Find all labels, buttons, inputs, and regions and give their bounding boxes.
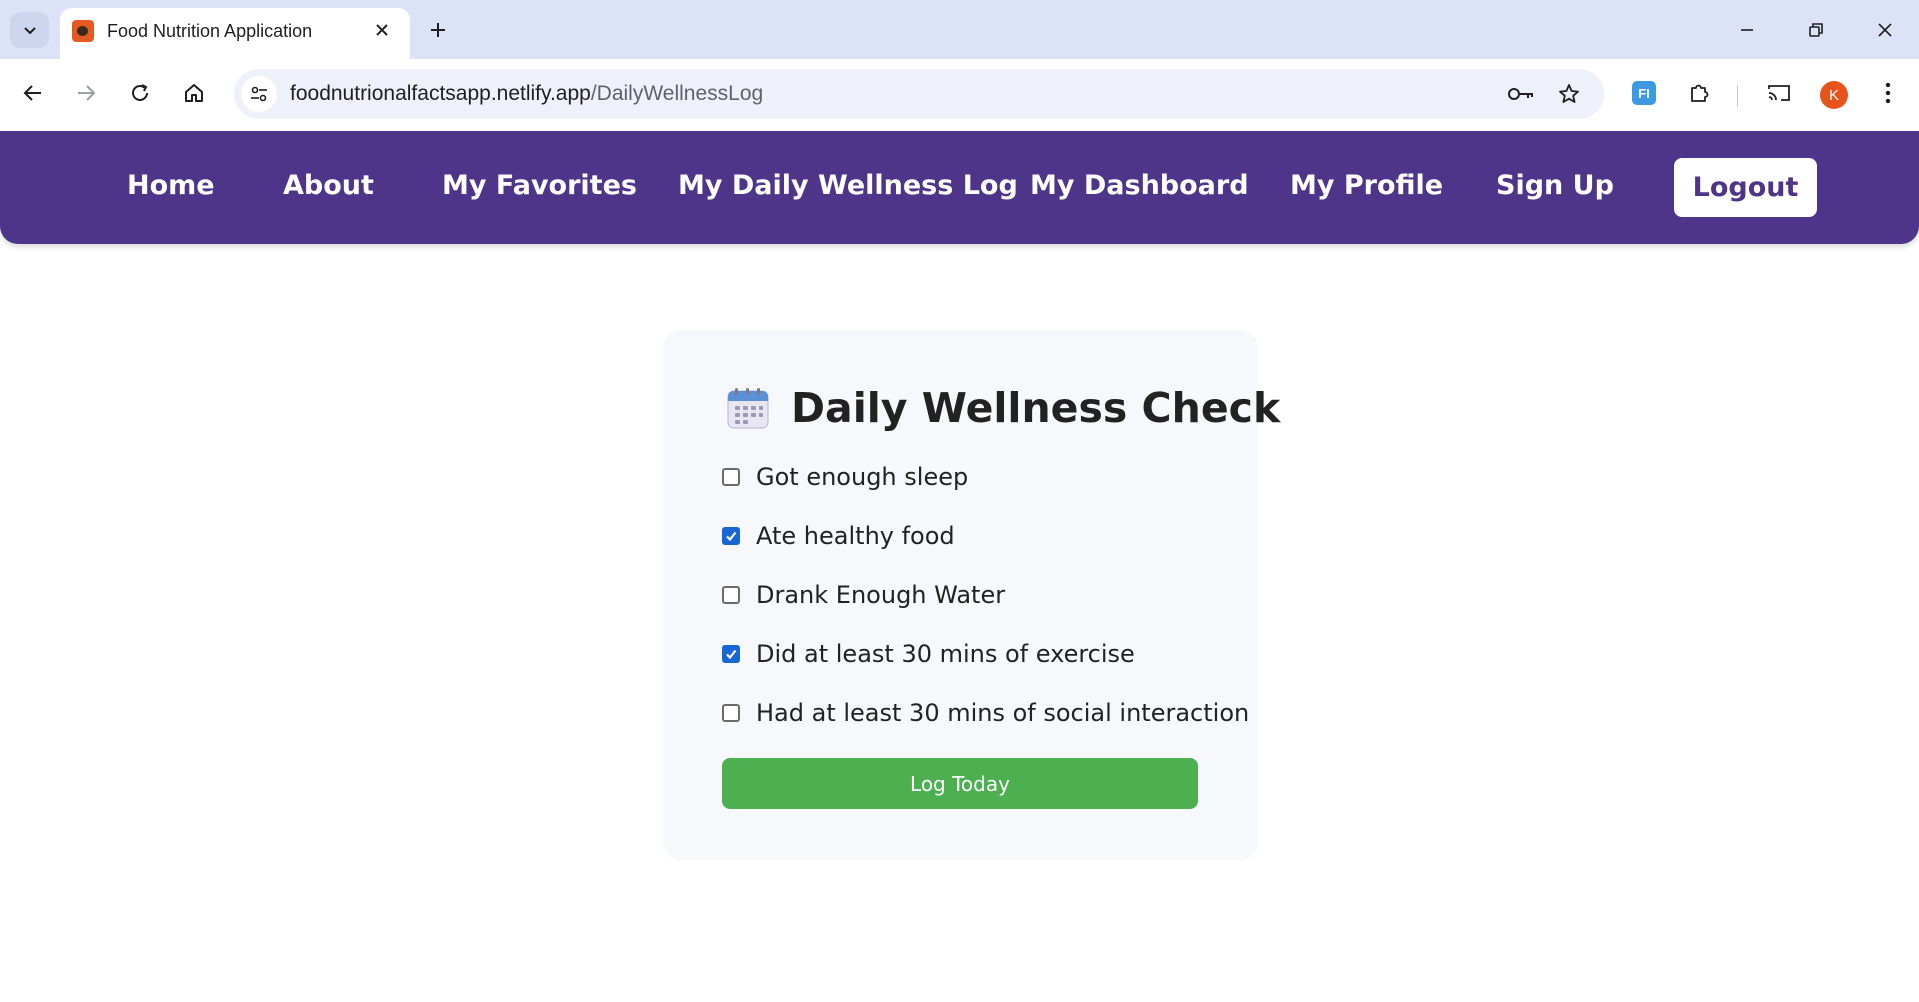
browser-toolbar: foodnutrionalfactsapp.netlify.app/DailyW… <box>0 59 1919 132</box>
browser-menu-button[interactable] <box>1870 75 1906 111</box>
cast-icon <box>1768 85 1790 101</box>
nav-link-daily-wellness-log[interactable]: My Daily Wellness Log <box>678 170 1018 201</box>
calendar-icon <box>727 387 769 429</box>
restore-button[interactable] <box>1799 14 1833 46</box>
checkbox-label: Drank Enough Water <box>756 581 1006 609</box>
tab-title: Food Nutrition Application <box>107 21 313 41</box>
card-header: Daily Wellness Check <box>727 384 1280 432</box>
arrow-left-icon <box>23 85 41 101</box>
bookmark-button[interactable] <box>1554 79 1584 109</box>
home-icon <box>185 84 203 102</box>
plus-icon <box>431 23 445 37</box>
star-icon <box>1559 84 1579 103</box>
close-window-button[interactable] <box>1868 14 1902 46</box>
nav-link-my-dashboard[interactable]: My Dashboard <box>1030 170 1249 201</box>
checkmark-icon <box>726 649 737 660</box>
reload-icon <box>132 84 148 101</box>
log-today-button[interactable]: Log Today <box>722 758 1198 809</box>
home-button[interactable] <box>176 75 212 111</box>
checkmark-icon <box>726 531 737 542</box>
new-tab-button[interactable] <box>424 16 452 44</box>
checklist-item[interactable]: Ate healthy food <box>722 519 955 553</box>
reload-button[interactable] <box>122 75 158 111</box>
tune-icon <box>251 86 267 102</box>
checkbox[interactable] <box>722 704 740 722</box>
daily-wellness-card: Daily Wellness Check Got enough sleep At… <box>663 330 1280 860</box>
checklist-item[interactable]: Did at least 30 mins of exercise <box>722 637 1135 671</box>
toolbar-separator <box>1737 85 1738 107</box>
puzzle-icon <box>1691 84 1709 102</box>
close-tab-button[interactable] <box>370 18 394 42</box>
fi-extension-icon: FI <box>1632 81 1656 105</box>
url-domain: foodnutrionalfactsapp.netlify.app <box>290 82 591 105</box>
checkbox-label: Had at least 30 mins of social interacti… <box>756 699 1250 727</box>
nav-link-home[interactable]: Home <box>127 170 215 201</box>
nav-link-sign-up[interactable]: Sign Up <box>1496 170 1614 201</box>
close-icon <box>1878 23 1892 37</box>
checkbox[interactable] <box>722 527 740 545</box>
checklist-item[interactable]: Got enough sleep <box>722 460 968 494</box>
chevron-down-icon <box>23 27 36 35</box>
profile-avatar[interactable]: K <box>1820 81 1848 109</box>
arrow-right-icon <box>78 85 96 101</box>
password-key-button[interactable] <box>1506 79 1536 109</box>
nav-link-my-favorites[interactable]: My Favorites <box>442 170 637 201</box>
checkbox[interactable] <box>722 645 740 663</box>
site-info-button[interactable] <box>241 76 277 112</box>
url-text: foodnutrionalfactsapp.netlify.app/DailyW… <box>290 82 763 106</box>
nav-link-about[interactable]: About <box>283 170 374 201</box>
forward-button[interactable] <box>68 75 104 111</box>
minimize-button[interactable] <box>1730 14 1764 46</box>
card-title: Daily Wellness Check <box>791 384 1281 432</box>
logout-button[interactable]: Logout <box>1674 158 1817 217</box>
cast-button[interactable] <box>1761 75 1797 111</box>
checklist-item[interactable]: Drank Enough Water <box>722 578 1005 612</box>
browser-tabstrip: Food Nutrition Application <box>0 0 1919 59</box>
key-icon <box>1508 88 1533 100</box>
extension-fi-button[interactable]: FI <box>1626 75 1662 111</box>
extensions-button[interactable] <box>1681 75 1717 111</box>
checkbox-label: Got enough sleep <box>756 463 969 491</box>
checklist-item[interactable]: Had at least 30 mins of social interacti… <box>722 696 1249 730</box>
nav-link-my-profile[interactable]: My Profile <box>1290 170 1443 201</box>
url-path: /DailyWellnessLog <box>590 82 764 105</box>
restore-icon <box>1809 23 1823 37</box>
browser-tab[interactable]: Food Nutrition Application <box>60 8 410 59</box>
tab-search-button[interactable] <box>10 12 49 48</box>
close-icon <box>376 24 388 36</box>
checkbox-label: Did at least 30 mins of exercise <box>756 640 1135 668</box>
app-navbar: Home About My Favorites My Daily Wellnes… <box>0 131 1919 244</box>
more-vertical-icon <box>1885 82 1891 104</box>
back-button[interactable] <box>15 75 51 111</box>
checkbox[interactable] <box>722 468 740 486</box>
address-bar[interactable]: foodnutrionalfactsapp.netlify.app/DailyW… <box>234 69 1604 119</box>
checkbox-label: Ate healthy food <box>756 522 955 550</box>
minimize-icon <box>1741 29 1753 31</box>
fi-extension-label: FI <box>1638 85 1650 101</box>
checkbox[interactable] <box>722 586 740 604</box>
site-favicon-icon <box>72 20 94 42</box>
